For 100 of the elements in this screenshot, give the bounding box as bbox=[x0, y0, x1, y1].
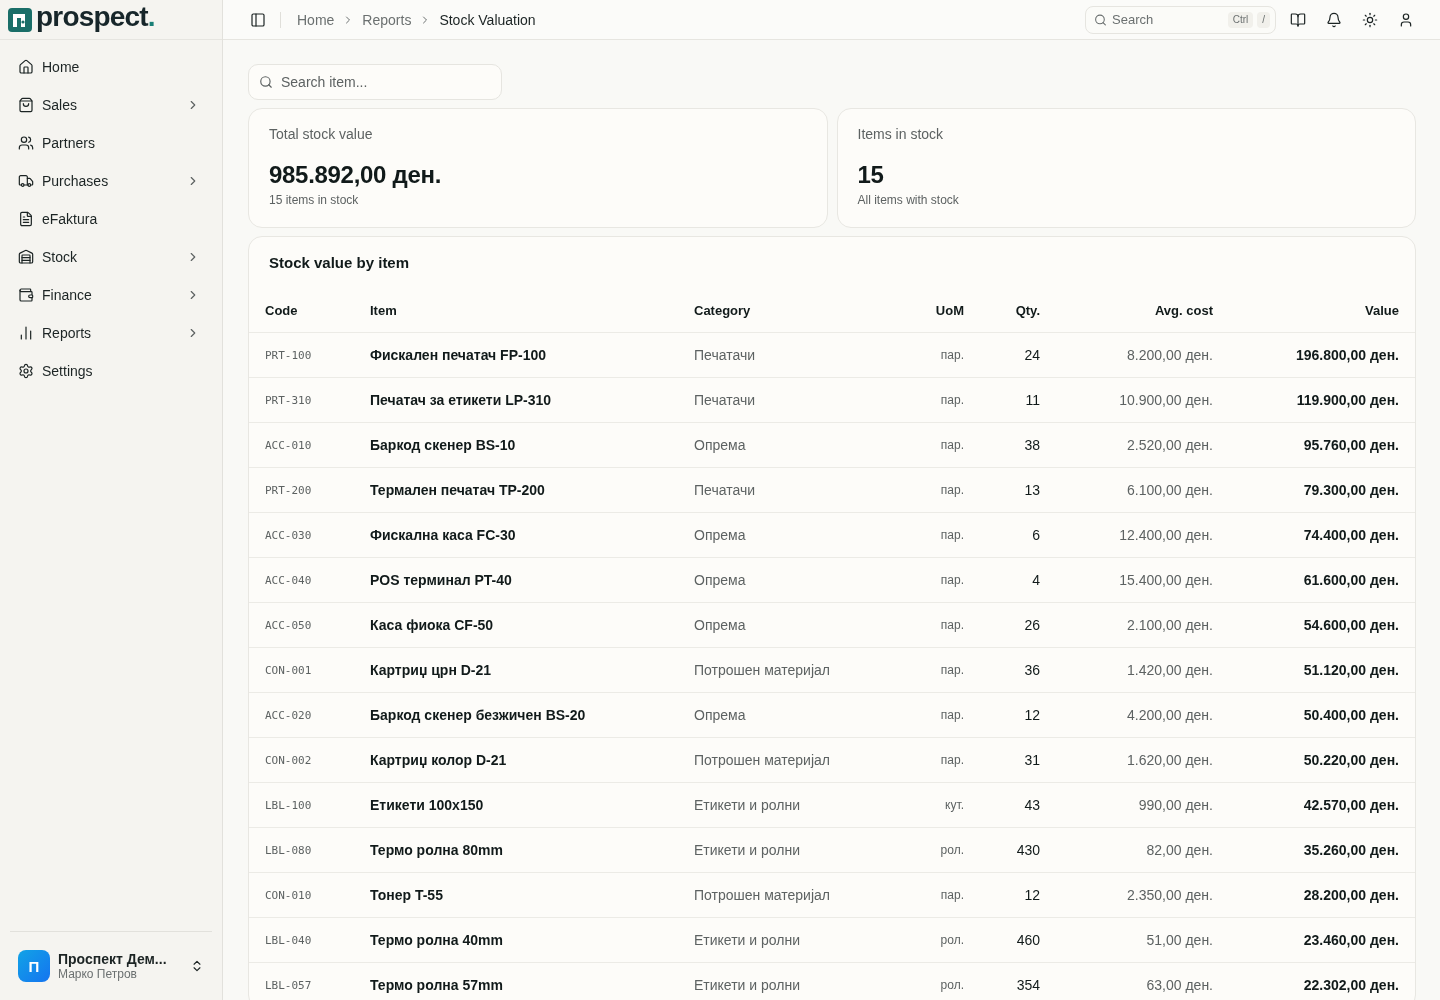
sidebar-item[interactable]: eFaktura bbox=[10, 200, 212, 238]
sidebar-item[interactable]: Home bbox=[10, 48, 212, 86]
breadcrumb-link[interactable]: Home bbox=[297, 11, 335, 28]
column-header: Qty. bbox=[1014, 303, 1041, 318]
table-cell-text: 4 bbox=[1031, 572, 1041, 588]
table-cell-text: рол. bbox=[939, 843, 965, 857]
search-icon bbox=[259, 75, 273, 89]
column-header: UoM bbox=[934, 303, 965, 318]
table-cell-text: 95.760,00 ден. bbox=[1302, 437, 1400, 453]
table-cell-text: 24 bbox=[1023, 347, 1041, 363]
sidebar-item[interactable]: Reports bbox=[10, 314, 212, 352]
table-cell-text: 63,00 ден. bbox=[1145, 977, 1214, 993]
table-cell-text: 990,00 ден. bbox=[1137, 797, 1214, 813]
sidebar-item[interactable]: Partners bbox=[10, 124, 212, 162]
table-cell-text: пар. bbox=[939, 663, 965, 677]
table-cell-text: 2.520,00 ден. bbox=[1126, 437, 1214, 453]
organization-name: Проспект Дем... bbox=[58, 951, 168, 967]
table-cell-text: ACC-020 bbox=[264, 708, 313, 722]
table-cell-text: 23.460,00 ден. bbox=[1302, 932, 1400, 948]
account-switcher[interactable]: П Проспект Дем... Марко Петров bbox=[10, 944, 212, 988]
bar-chart-icon bbox=[18, 325, 34, 341]
table-cell-text: Потрошен материјал bbox=[693, 662, 831, 678]
table-cell-text: 460 bbox=[1015, 932, 1041, 948]
table-cell-text: пар. bbox=[939, 618, 965, 632]
table-cell-text: 11 bbox=[1024, 392, 1041, 408]
table-cell-text: Опрема bbox=[693, 572, 747, 588]
table-cell-text: Баркод скенер BS-10 bbox=[369, 437, 517, 453]
user-icon bbox=[1398, 11, 1414, 28]
users-icon bbox=[18, 135, 34, 151]
table-cell-text: Потрошен материјал bbox=[693, 887, 831, 903]
table-cell-text: Термо ролна 80mm bbox=[369, 842, 504, 858]
table-cell-text: 1.420,00 ден. bbox=[1126, 662, 1214, 678]
table-cell-text: 50.400,00 ден. bbox=[1302, 707, 1400, 723]
table-cell-text: Потрошен материјал bbox=[693, 752, 831, 768]
table-cell-text: Тонер T-55 bbox=[369, 887, 444, 903]
search-field[interactable]: Search item... bbox=[248, 64, 502, 100]
sidebar-item[interactable]: Settings bbox=[10, 352, 212, 390]
document-icon bbox=[18, 211, 34, 227]
table-cell-text: Етикети и ролни bbox=[693, 977, 801, 993]
table-cell-text: пар. bbox=[939, 573, 965, 587]
table-cell-text: Картриџ црн D-21 bbox=[369, 662, 493, 678]
shopping-bag-icon bbox=[18, 97, 34, 113]
stat-label: Total stock value bbox=[269, 126, 374, 142]
table-cell-text: Етикети и ролни bbox=[693, 932, 801, 948]
table-cell-text: 42.570,00 ден. bbox=[1302, 797, 1400, 813]
table-cell-text: 35.260,00 ден. bbox=[1302, 842, 1400, 858]
table-cell-text: Етикети 100x150 bbox=[369, 797, 485, 813]
table-cell-text: 43 bbox=[1023, 797, 1041, 813]
table-cell-text: рол. bbox=[939, 933, 965, 947]
table-cell-text: Фискална каса FC-30 bbox=[369, 527, 517, 543]
table-cell-text: 15.400,00 ден. bbox=[1118, 572, 1214, 588]
table-cell-text: пар. bbox=[939, 888, 965, 902]
breadcrumb-link[interactable]: Stock Valuation bbox=[439, 11, 536, 28]
table-cell-text: 4.200,00 ден. bbox=[1126, 707, 1214, 723]
table-cell-text: пар. bbox=[939, 528, 965, 542]
table-cell-text: 26 bbox=[1023, 617, 1041, 633]
table-cell-text: ACC-010 bbox=[264, 438, 313, 452]
table-cell-text: PRT-100 bbox=[264, 348, 313, 362]
table-cell-text: 79.300,00 ден. bbox=[1302, 482, 1400, 498]
breadcrumb-link[interactable]: Reports bbox=[362, 11, 412, 28]
table-cell-text: 28.200,00 ден. bbox=[1302, 887, 1400, 903]
sidebar-item[interactable]: Finance bbox=[10, 276, 212, 314]
stat-label: Items in stock bbox=[857, 126, 945, 142]
table-cell-text: Печатач за етикети LP-310 bbox=[369, 392, 553, 408]
column-header: Value bbox=[1364, 303, 1400, 318]
table-cell-text: CON-001 bbox=[264, 663, 313, 677]
table-cell-text: 54.600,00 ден. bbox=[1302, 617, 1400, 633]
sidebar-item[interactable]: Stock bbox=[10, 238, 212, 276]
table-cell-text: Опрема bbox=[693, 527, 747, 543]
table-cell-text: пар. bbox=[939, 753, 965, 767]
table-cell-text: POS терминал PT-40 bbox=[369, 572, 513, 588]
sidebar-item[interactable]: Purchases bbox=[10, 162, 212, 200]
table-cell-text: 430 bbox=[1015, 842, 1041, 858]
table-cell-text: Опрема bbox=[693, 617, 747, 633]
table-cell-text: кут. bbox=[944, 798, 965, 812]
table-cell-text: 74.400,00 ден. bbox=[1302, 527, 1400, 543]
column-header: Avg. cost bbox=[1153, 303, 1214, 318]
table-cell-text: пар. bbox=[939, 708, 965, 722]
stat-note: 15 items in stock bbox=[269, 193, 360, 207]
table-cell-text: Опрема bbox=[693, 707, 747, 723]
warehouse-icon bbox=[18, 249, 34, 265]
table-cell-text: 38 bbox=[1023, 437, 1041, 453]
brand-name: prospect. bbox=[36, 2, 155, 31]
table-cell-text: Термо ролна 40mm bbox=[369, 932, 504, 948]
table-cell-text: 51.120,00 ден. bbox=[1302, 662, 1400, 678]
sidebar-item[interactable]: Sales bbox=[10, 86, 212, 124]
stat-value: 15 bbox=[857, 161, 885, 189]
table-cell-text: 50.220,00 ден. bbox=[1302, 752, 1400, 768]
truck-icon bbox=[18, 173, 34, 189]
wallet-icon bbox=[18, 287, 34, 303]
settings-icon bbox=[18, 363, 34, 379]
table-cell-text: 22.302,00 ден. bbox=[1302, 977, 1400, 993]
table-cell-text: Опрема bbox=[693, 437, 747, 453]
table-cell-text: пар. bbox=[939, 483, 965, 497]
table-cell-text: пар. bbox=[939, 393, 965, 407]
table-cell-text: Каса фиока CF-50 bbox=[369, 617, 495, 633]
home-icon bbox=[18, 59, 34, 75]
table-cell-text: 13 bbox=[1023, 482, 1041, 498]
table-cell-text: PRT-310 bbox=[264, 393, 313, 407]
column-header: Category bbox=[693, 303, 752, 318]
